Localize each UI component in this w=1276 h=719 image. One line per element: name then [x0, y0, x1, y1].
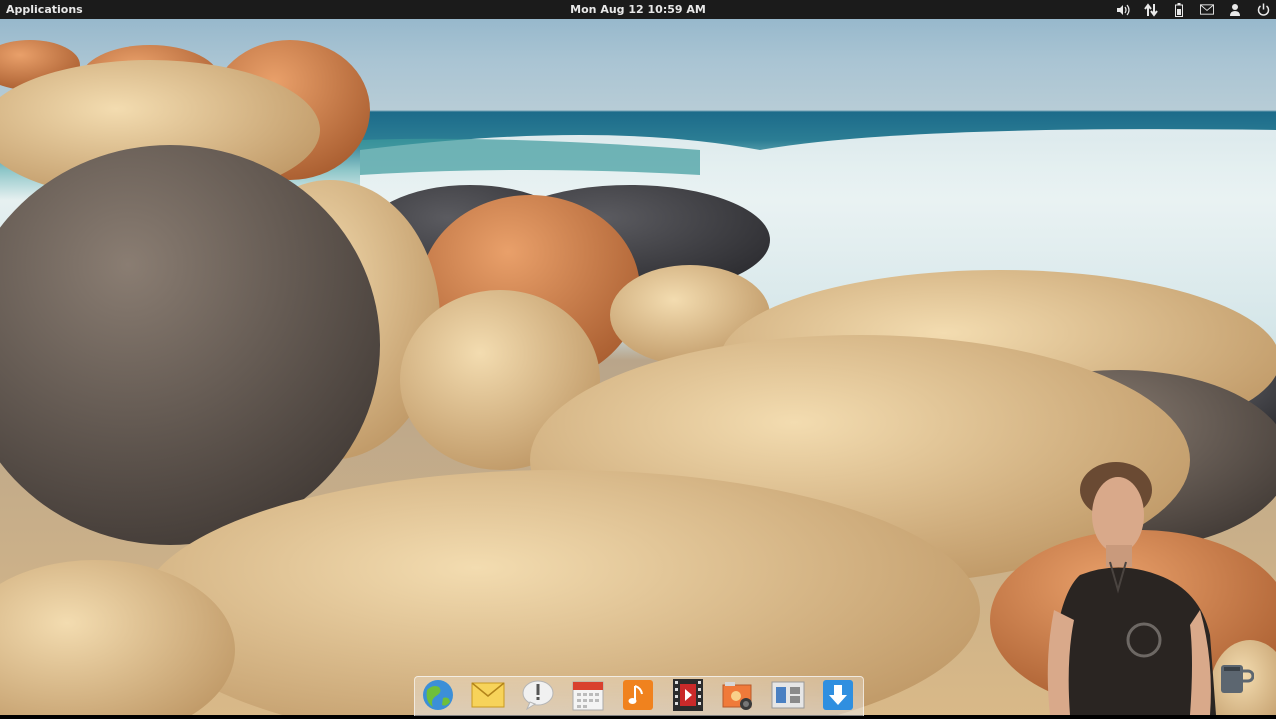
photo-icon: [721, 679, 755, 711]
music-note-icon: [622, 679, 654, 711]
power-icon[interactable]: [1256, 3, 1270, 17]
dock-items: [420, 677, 855, 712]
software-center-launcher[interactable]: [820, 677, 855, 712]
coffee-mug-icon[interactable]: [1218, 661, 1255, 699]
switchboard-icon: [771, 681, 805, 709]
web-browser-launcher[interactable]: [420, 677, 455, 712]
film-icon: [672, 678, 704, 712]
envelope-icon: [471, 680, 505, 710]
system-settings-launcher[interactable]: [770, 677, 805, 712]
panel-clock[interactable]: Mon Aug 12 10:59 AM: [0, 0, 1276, 19]
videos-launcher[interactable]: [670, 677, 705, 712]
download-arrow-icon: [822, 679, 854, 711]
calendar-launcher[interactable]: [570, 677, 605, 712]
exclamation-bubble-icon: [521, 678, 555, 712]
music-launcher[interactable]: [620, 677, 655, 712]
network-icon[interactable]: [1144, 2, 1158, 17]
globe-icon: [421, 678, 455, 712]
battery-icon[interactable]: [1172, 2, 1186, 17]
photos-launcher[interactable]: [720, 677, 755, 712]
panel-indicators: [1116, 0, 1270, 19]
volume-icon[interactable]: [1116, 3, 1130, 17]
mail-launcher[interactable]: [470, 677, 505, 712]
user-icon[interactable]: [1228, 3, 1242, 17]
top-panel: Applications Mon Aug 12 10:59 AM: [0, 0, 1276, 19]
calendar-icon: [572, 679, 604, 711]
mail-icon[interactable]: [1200, 3, 1214, 17]
notifications-launcher[interactable]: [520, 677, 555, 712]
